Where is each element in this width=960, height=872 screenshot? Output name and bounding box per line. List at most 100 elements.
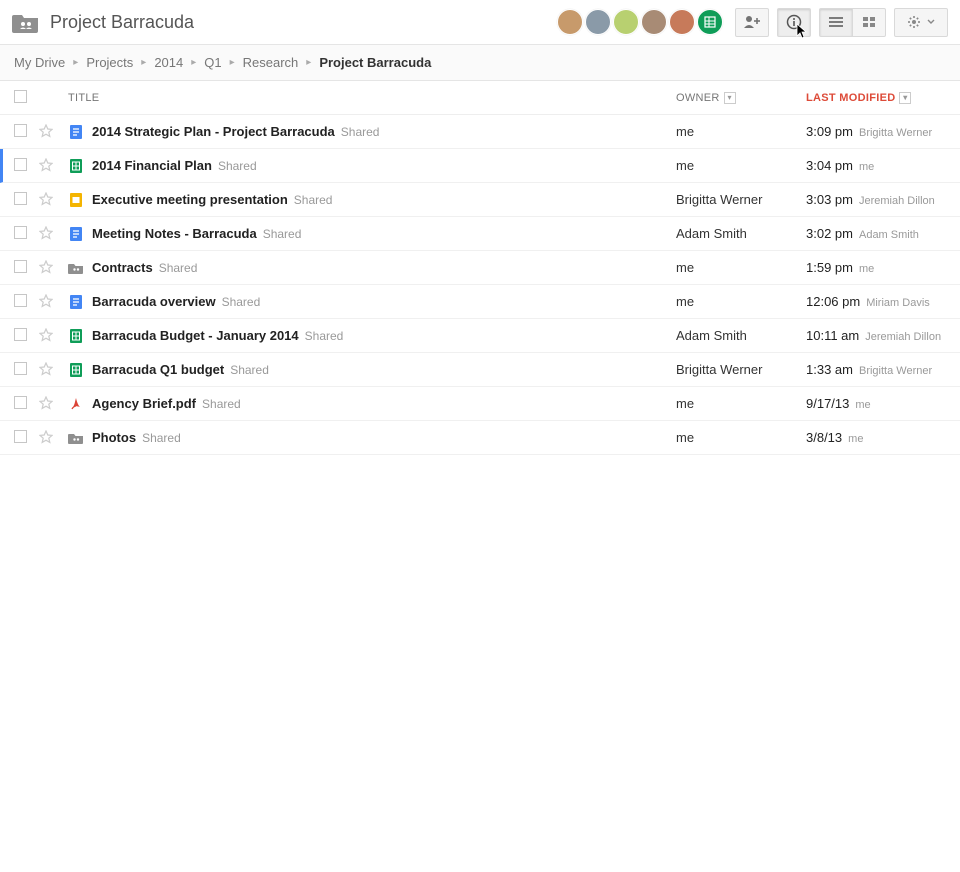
breadcrumb-item[interactable]: Q1 bbox=[204, 55, 221, 70]
avatar[interactable] bbox=[669, 9, 695, 35]
table-row[interactable]: Barracuda overviewSharedme12:06 pmMiriam… bbox=[0, 285, 960, 319]
star-icon[interactable] bbox=[38, 293, 54, 309]
table-row[interactable]: Barracuda Budget - January 2014SharedAda… bbox=[0, 319, 960, 353]
row-checkbox[interactable] bbox=[14, 328, 27, 341]
row-checkbox[interactable] bbox=[14, 362, 27, 375]
file-owner: me bbox=[676, 260, 694, 275]
file-owner: Brigitta Werner bbox=[676, 362, 762, 377]
row-checkbox[interactable] bbox=[14, 158, 27, 171]
pdf-icon bbox=[68, 396, 84, 412]
settings-button[interactable] bbox=[894, 8, 948, 37]
chevron-right-icon: ▸ bbox=[73, 57, 78, 68]
breadcrumb-item[interactable]: 2014 bbox=[154, 55, 183, 70]
doc-icon bbox=[68, 294, 84, 310]
table-row[interactable]: Executive meeting presentationSharedBrig… bbox=[0, 183, 960, 217]
shared-label: Shared bbox=[230, 363, 269, 377]
column-title[interactable]: TITLE bbox=[68, 92, 99, 104]
table-row[interactable]: ContractsSharedme1:59 pmme bbox=[0, 251, 960, 285]
shared-folder-icon bbox=[12, 11, 40, 33]
table-row[interactable]: 2014 Strategic Plan - Project Barracuda S… bbox=[0, 115, 960, 149]
file-title[interactable]: 2014 Financial Plan bbox=[92, 158, 212, 173]
row-checkbox[interactable] bbox=[14, 396, 27, 409]
info-button[interactable] bbox=[777, 8, 811, 37]
avatar[interactable] bbox=[613, 9, 639, 35]
file-owner: me bbox=[676, 430, 694, 445]
star-icon[interactable] bbox=[38, 259, 54, 275]
row-checkbox[interactable] bbox=[14, 192, 27, 205]
file-title[interactable]: Barracuda overview bbox=[92, 294, 216, 309]
breadcrumb-item[interactable]: My Drive bbox=[14, 55, 65, 70]
star-icon[interactable] bbox=[38, 157, 54, 173]
list-view-button[interactable] bbox=[819, 8, 853, 37]
column-owner[interactable]: OWNER▾ bbox=[676, 92, 736, 104]
collaborator-avatars bbox=[557, 9, 723, 35]
file-modified-time: 10:11 am bbox=[806, 328, 859, 343]
file-title[interactable]: Executive meeting presentation bbox=[92, 192, 288, 207]
file-modified-by: Miriam Davis bbox=[866, 297, 930, 309]
file-title[interactable]: Contracts bbox=[92, 260, 153, 275]
file-modified-by: Brigitta Werner bbox=[859, 365, 932, 377]
table-row[interactable]: Agency Brief.pdfSharedme9/17/13me bbox=[0, 387, 960, 421]
table-row[interactable]: PhotosSharedme3/8/13me bbox=[0, 421, 960, 455]
header-left: Project Barracuda bbox=[12, 11, 194, 33]
file-title[interactable]: Barracuda Q1 budget bbox=[92, 362, 224, 377]
grid-view-button[interactable] bbox=[852, 8, 886, 37]
folder-icon bbox=[68, 430, 84, 446]
file-modified-by: me bbox=[855, 399, 870, 411]
table-row[interactable]: Meeting Notes - BarracudaSharedAdam Smit… bbox=[0, 217, 960, 251]
app-avatar[interactable] bbox=[697, 9, 723, 35]
shared-label: Shared bbox=[159, 261, 198, 275]
file-owner: Adam Smith bbox=[676, 226, 747, 241]
sheet-icon bbox=[68, 158, 84, 174]
doc-icon bbox=[68, 226, 84, 242]
chevron-right-icon: ▸ bbox=[141, 57, 146, 68]
file-title[interactable]: Photos bbox=[92, 430, 136, 445]
star-icon[interactable] bbox=[38, 327, 54, 343]
star-icon[interactable] bbox=[38, 429, 54, 445]
file-modified-by: Jeremiah Dillon bbox=[859, 195, 935, 207]
add-person-button[interactable] bbox=[735, 8, 769, 37]
star-icon[interactable] bbox=[38, 123, 54, 139]
view-toggle bbox=[819, 8, 886, 37]
app-header: Project Barracuda bbox=[0, 0, 960, 45]
table-row[interactable]: Barracuda Q1 budget Shared Brigitta Werner… bbox=[0, 353, 960, 387]
star-icon[interactable] bbox=[38, 225, 54, 241]
chevron-right-icon: ▸ bbox=[306, 57, 311, 68]
avatar[interactable] bbox=[641, 9, 667, 35]
avatar[interactable] bbox=[585, 9, 611, 35]
file-owner: me bbox=[676, 396, 694, 411]
shared-label: Shared bbox=[222, 295, 261, 309]
row-checkbox[interactable] bbox=[14, 124, 27, 137]
file-modified-time: 12:06 pm bbox=[806, 294, 860, 309]
star-icon[interactable] bbox=[38, 361, 54, 377]
slides-icon bbox=[68, 192, 84, 208]
shared-label: Shared bbox=[341, 125, 380, 139]
breadcrumb-item[interactable]: Research bbox=[243, 55, 299, 70]
row-checkbox[interactable] bbox=[14, 260, 27, 273]
file-owner: me bbox=[676, 158, 694, 173]
select-all-checkbox[interactable] bbox=[14, 90, 27, 103]
file-modified-by: Jeremiah Dillon bbox=[865, 331, 941, 343]
file-modified-time: 3:04 pm bbox=[806, 158, 853, 173]
column-owner-label: OWNER bbox=[676, 92, 720, 104]
file-title[interactable]: 2014 Strategic Plan - Project Barracuda bbox=[92, 124, 335, 139]
table-row[interactable]: 2014 Financial PlanSharedme3:04 pmme bbox=[0, 149, 960, 183]
sheet-icon bbox=[68, 328, 84, 344]
breadcrumb-item[interactable]: Projects bbox=[86, 55, 133, 70]
sort-dropdown-icon: ▾ bbox=[899, 92, 911, 104]
star-icon[interactable] bbox=[38, 191, 54, 207]
shared-label: Shared bbox=[142, 431, 181, 445]
avatar[interactable] bbox=[557, 9, 583, 35]
row-checkbox[interactable] bbox=[14, 226, 27, 239]
row-checkbox[interactable] bbox=[14, 430, 27, 443]
shared-label: Shared bbox=[294, 193, 333, 207]
file-title[interactable]: Agency Brief.pdf bbox=[92, 396, 196, 411]
file-title[interactable]: Meeting Notes - Barracuda bbox=[92, 226, 257, 241]
file-owner: Adam Smith bbox=[676, 328, 747, 343]
star-icon[interactable] bbox=[38, 395, 54, 411]
column-modified[interactable]: LAST MODIFIED▾ bbox=[806, 92, 911, 104]
file-list: 2014 Strategic Plan - Project Barracuda S… bbox=[0, 115, 960, 455]
file-title[interactable]: Barracuda Budget - January 2014 bbox=[92, 328, 299, 343]
chevron-right-icon: ▸ bbox=[191, 57, 196, 68]
row-checkbox[interactable] bbox=[14, 294, 27, 307]
